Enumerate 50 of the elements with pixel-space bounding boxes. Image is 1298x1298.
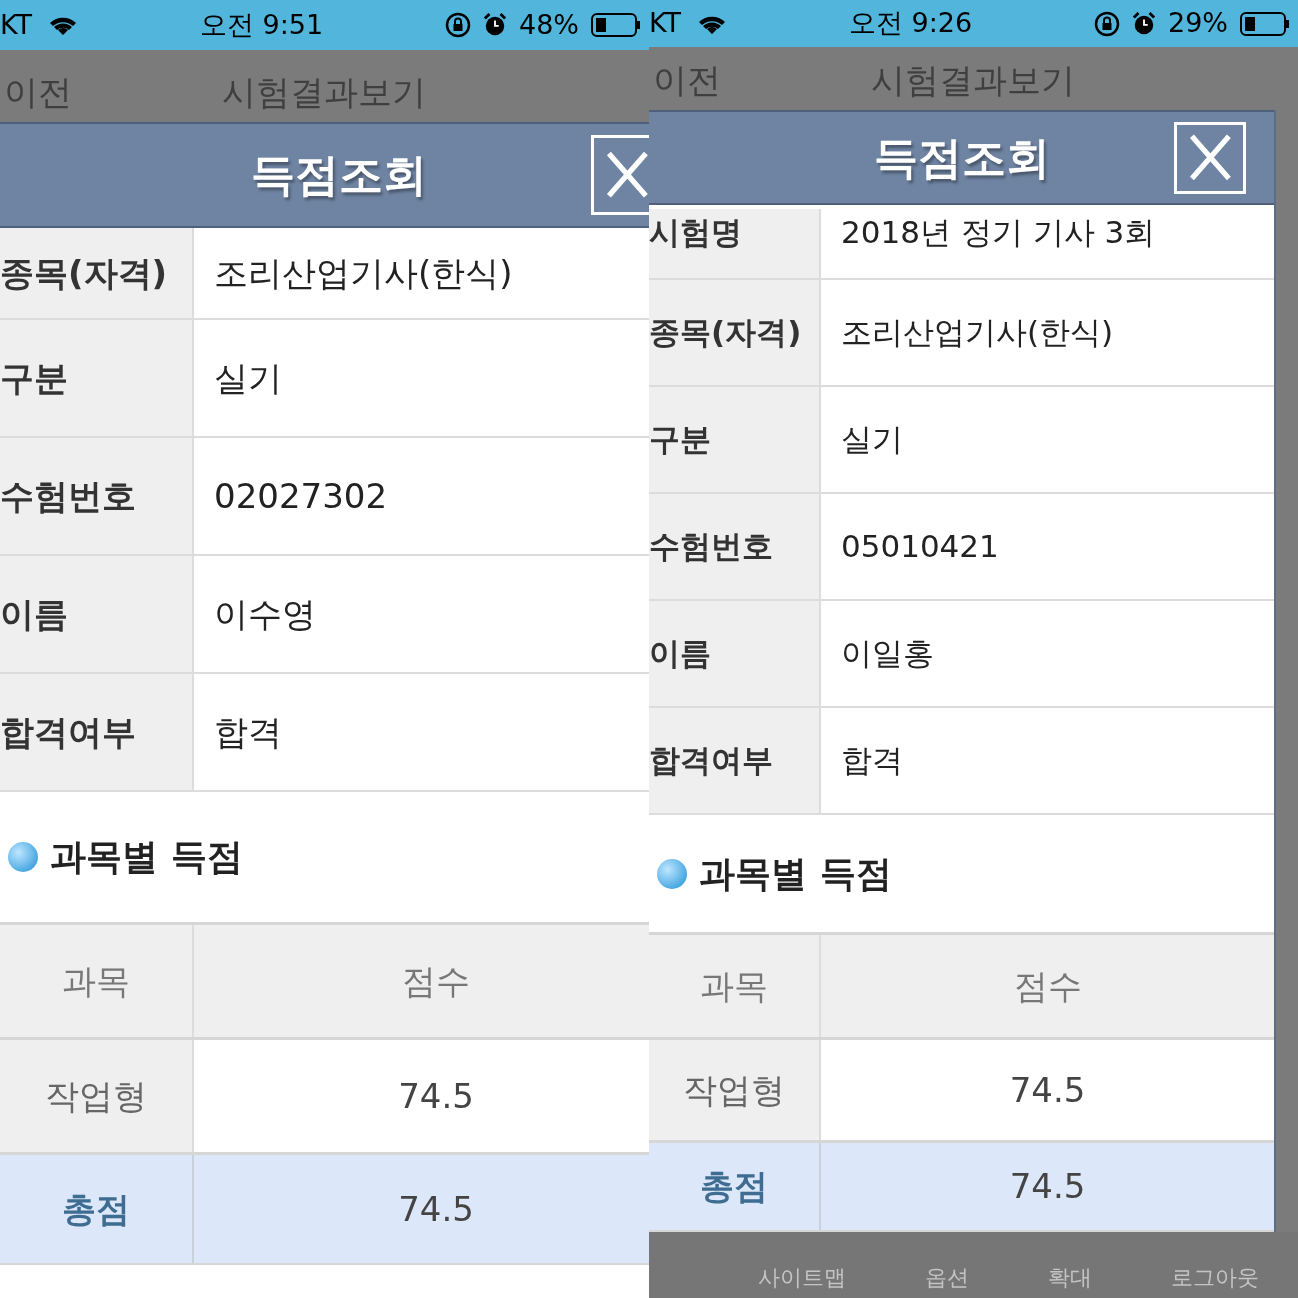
field-value: 조리산업기사(한식) <box>213 251 513 295</box>
column-header: 점수 <box>1012 964 1083 1008</box>
column-header: 점수 <box>401 959 471 1003</box>
field-value: 합격 <box>840 741 903 781</box>
field-label: 시험명 <box>649 213 742 252</box>
battery-percent: 48% <box>519 7 579 42</box>
carrier-label: KT <box>0 7 33 42</box>
section-title: 과목별 득점 <box>699 851 892 896</box>
field-label: 구분 <box>649 420 711 460</box>
total-label: 총점 <box>0 1155 194 1263</box>
column-header: 과목 <box>649 935 821 1037</box>
field-value: 2018년 정기 기사 3회 <box>840 213 1156 252</box>
field-label: 수험번호 <box>649 527 773 567</box>
field-value: 이수영 <box>213 592 316 636</box>
field-value: 조리산업기사(한식) <box>840 313 1114 353</box>
subject-cell: 작업형 <box>0 1040 194 1152</box>
tab-label[interactable]: 옵션 <box>925 1261 970 1294</box>
field-label: 이름 <box>649 634 711 674</box>
field-value: 실기 <box>840 420 903 460</box>
field-value: 05010421 <box>840 527 999 567</box>
total-label: 총점 <box>649 1143 821 1230</box>
clock-time: 오전 9:51 <box>199 7 324 42</box>
field-value: 합격 <box>213 710 282 754</box>
field-label: 수험번호 <box>0 474 136 518</box>
field-value: 02027302 <box>213 474 388 518</box>
column-header: 과목 <box>0 925 194 1037</box>
carrier-label: KT <box>649 6 682 41</box>
total-score: 74.5 <box>397 1187 475 1231</box>
field-value: 실기 <box>213 356 282 400</box>
tab-label[interactable]: 확대 <box>1047 1261 1092 1294</box>
field-label: 이름 <box>0 592 68 636</box>
page-title: 시험결과보기 <box>871 59 1075 102</box>
page-title: 시험결과보기 <box>222 71 426 114</box>
tab-label[interactable]: 사이트맵 <box>758 1261 847 1294</box>
dialog-title: 득점조회 <box>873 130 1050 185</box>
battery-percent: 29% <box>1168 6 1228 41</box>
field-label: 합격여부 <box>0 710 136 754</box>
clock-time: 오전 9:26 <box>848 6 973 41</box>
dialog-title: 득점조회 <box>251 148 427 202</box>
tab-label[interactable]: 로그아웃 <box>1170 1261 1259 1294</box>
field-label: 합격여부 <box>649 741 773 781</box>
field-label: 구분 <box>0 356 68 400</box>
subject-cell: 작업형 <box>649 1040 821 1140</box>
field-label: 종목(자격) <box>0 251 168 295</box>
field-value: 이일홍 <box>840 634 934 674</box>
back-link[interactable]: 이전 <box>649 55 721 106</box>
section-title: 과목별 득점 <box>50 835 243 879</box>
field-label: 종목(자격) <box>649 313 802 353</box>
total-score: 74.5 <box>1008 1165 1087 1208</box>
back-link[interactable]: 이전 <box>0 67 72 118</box>
